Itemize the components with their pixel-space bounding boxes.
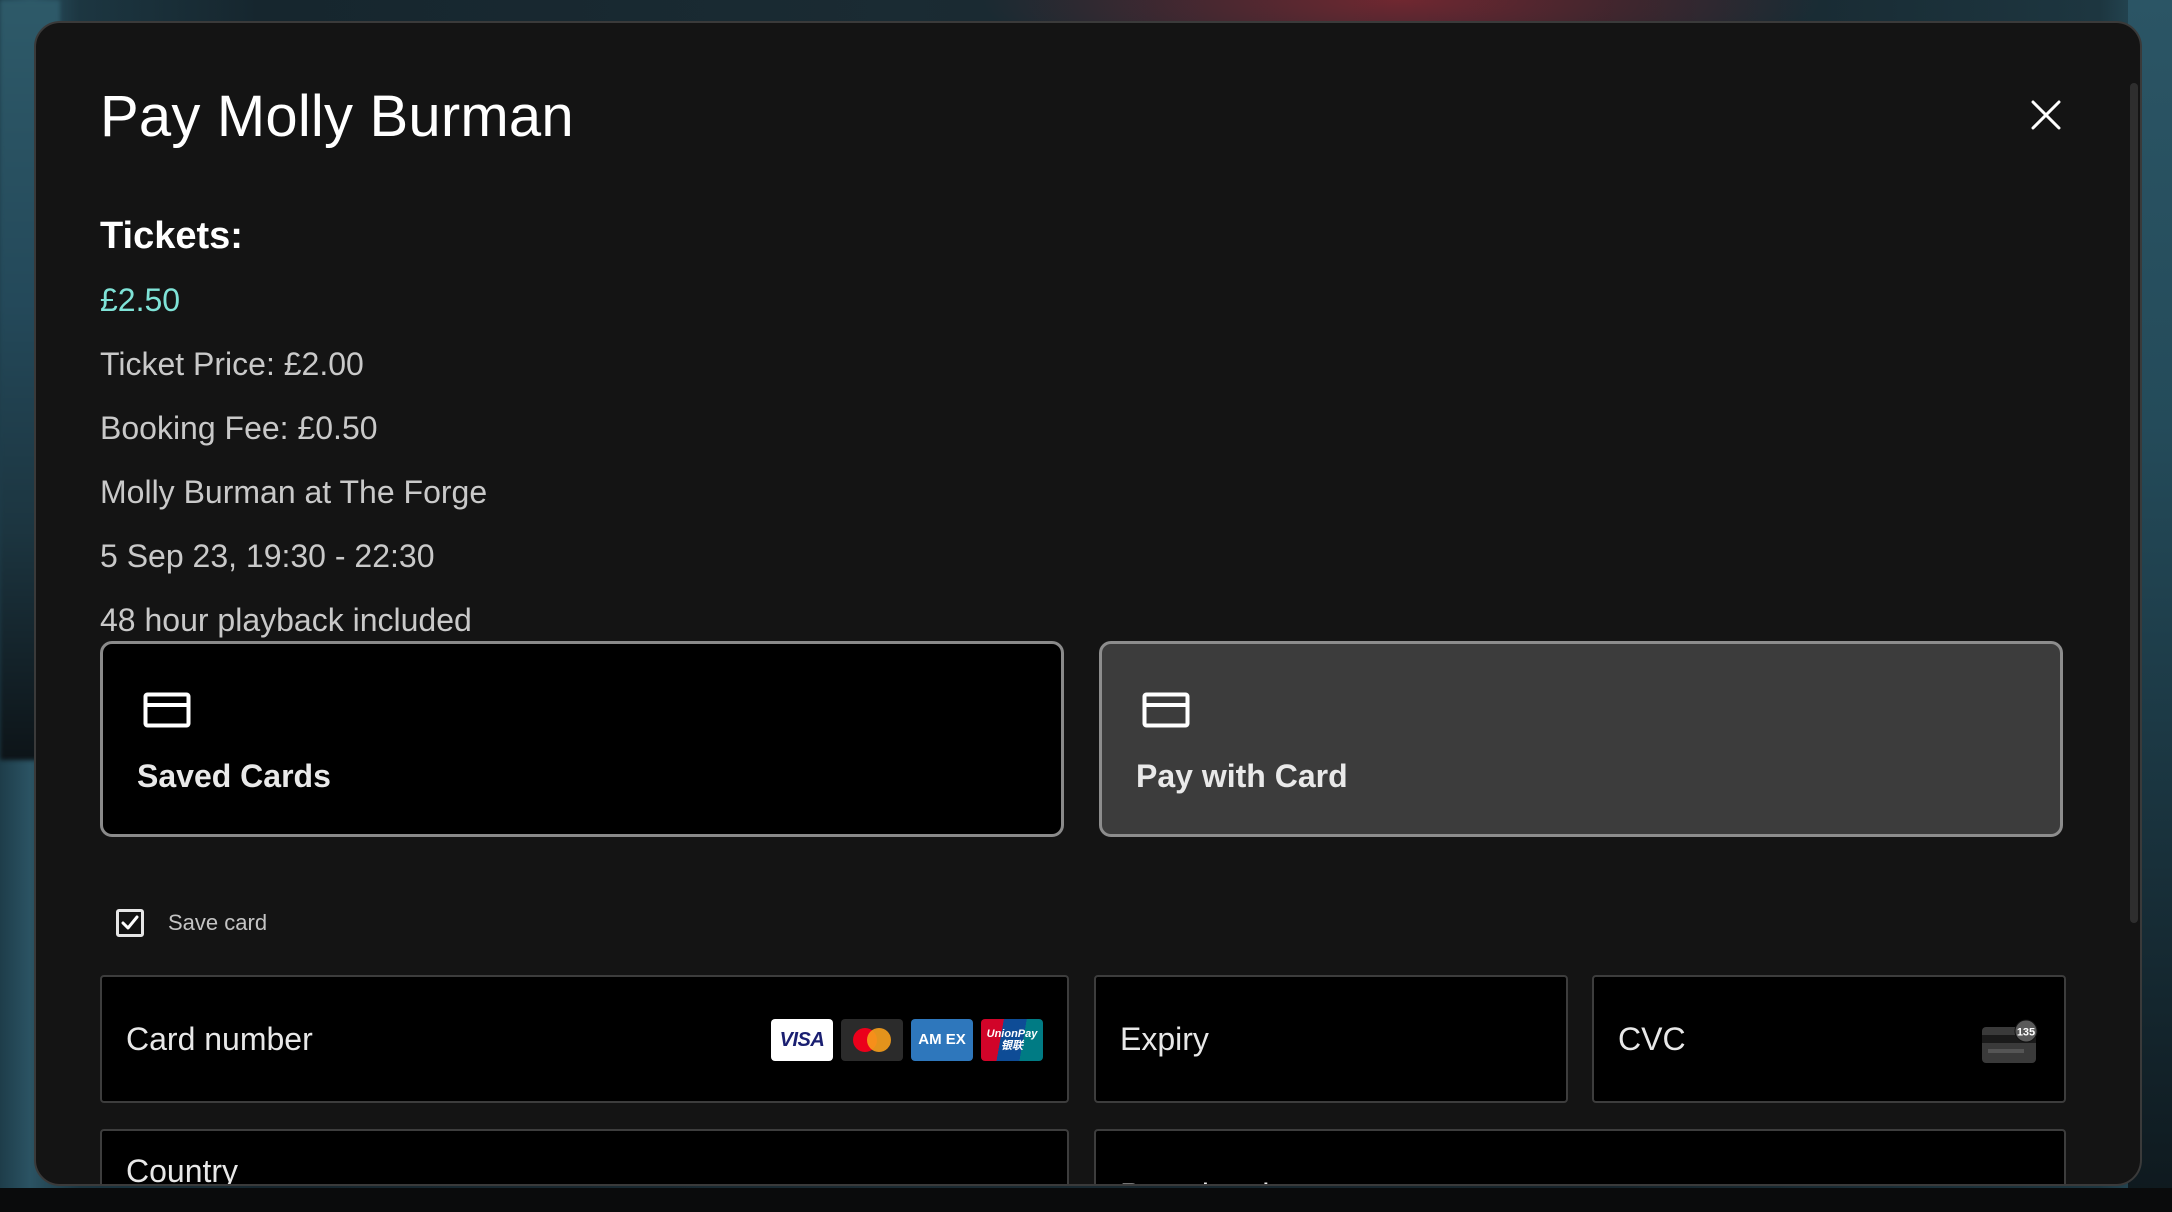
visa-logo-text: VISA	[779, 1028, 825, 1051]
checkmark-icon	[121, 915, 139, 930]
event-datetime: 5 Sep 23, 19:30 - 22:30	[100, 538, 435, 574]
mastercard-circles-icon	[853, 1028, 891, 1052]
postal-code-placeholder: Postal code	[1120, 1175, 1287, 1184]
total-price: £2.50	[100, 282, 181, 318]
cvc-field[interactable]: CVC 135	[1592, 975, 2066, 1103]
saved-cards-option[interactable]: Saved Cards	[100, 641, 1064, 837]
booking-fee: Booking Fee: £0.50	[100, 410, 378, 446]
playback-note: 48 hour playback included	[100, 602, 472, 638]
card-number-field[interactable]: Card number VISA AM EX UnionPay 银联	[100, 975, 1069, 1103]
ticket-info: Tickets: £2.50 Ticket Price: £2.00 Booki…	[100, 209, 487, 647]
pay-with-card-label: Pay with Card	[1136, 758, 1348, 794]
close-button[interactable]	[2020, 89, 2072, 141]
modal-title: Pay Molly Burman	[100, 84, 574, 149]
mastercard-logo-icon	[841, 1019, 903, 1061]
credit-card-icon	[143, 692, 191, 728]
pay-with-card-option[interactable]: Pay with Card	[1099, 641, 2063, 837]
saved-cards-label: Saved Cards	[137, 758, 331, 794]
cvc-badge-number: 135	[2017, 1027, 2035, 1039]
expiry-placeholder: Expiry	[1120, 1021, 1209, 1057]
country-select[interactable]: Country	[100, 1129, 1069, 1186]
unionpay-logo-text: UnionPay 银联	[986, 1028, 1038, 1052]
save-card-label: Save card	[168, 910, 268, 935]
card-brand-logos: VISA AM EX UnionPay 银联	[771, 1019, 1043, 1061]
visa-logo-icon: VISA	[771, 1019, 833, 1061]
ticket-price: Ticket Price: £2.00	[100, 346, 364, 382]
amex-logo-text: AM EX	[918, 1031, 966, 1048]
cvc-placeholder: CVC	[1618, 1021, 1686, 1057]
unionpay-logo-icon: UnionPay 银联	[981, 1019, 1043, 1061]
card-number-placeholder: Card number	[126, 1021, 313, 1057]
amex-logo-icon: AM EX	[911, 1019, 973, 1061]
event-name: Molly Burman at The Forge	[100, 474, 488, 510]
payment-modal: Pay Molly Burman Tickets: £2.50 Ticket P…	[34, 21, 2142, 1186]
save-card-checkbox[interactable]	[116, 909, 144, 937]
expiry-field[interactable]: Expiry	[1094, 975, 1568, 1103]
credit-card-icon	[1142, 692, 1190, 728]
save-card-row: Save card	[116, 909, 267, 937]
close-icon	[2031, 100, 2061, 130]
modal-scrollbar[interactable]	[2130, 83, 2138, 923]
country-placeholder: Country	[126, 1153, 239, 1186]
backdrop-bottom-edge	[0, 1188, 2172, 1212]
postal-code-field[interactable]: Postal code	[1094, 1129, 2066, 1184]
cvc-card-icon: 135	[1982, 1019, 2038, 1063]
tickets-heading: Tickets:	[100, 215, 243, 257]
